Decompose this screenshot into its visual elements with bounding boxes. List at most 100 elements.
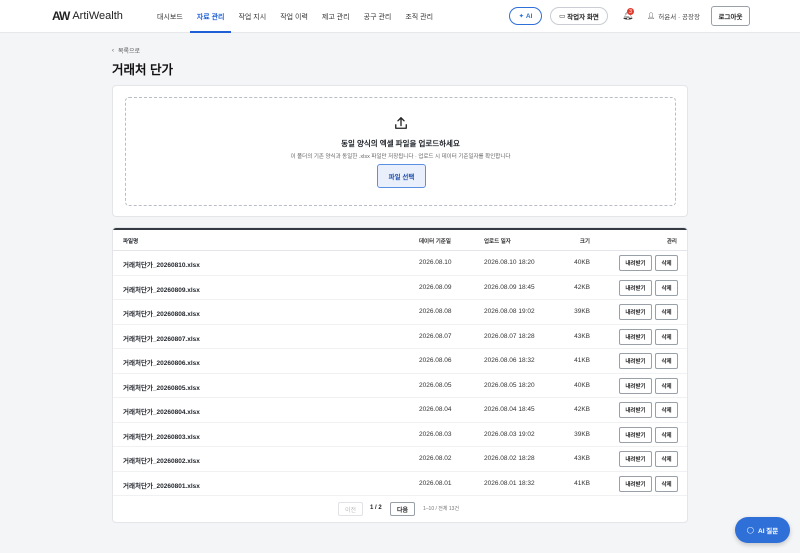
nav-item[interactable]: 제고 관리 xyxy=(315,0,357,33)
worker-screen-button[interactable]: ▭ 작업자 화면 xyxy=(550,7,608,25)
col-header-date: 데이터 기준일 xyxy=(419,239,451,245)
table-row: 거래처단가_20260801.xlsx 2026.08.01 2026.08.01 … xyxy=(113,472,687,496)
upload-date-cell: 2026.08.01 18:32 xyxy=(484,479,535,487)
file-name-cell: 거래처단가_20260808.xlsx xyxy=(123,311,200,318)
nav-item[interactable]: 대시보드 xyxy=(150,0,190,33)
brand-mark: AW xyxy=(52,9,70,23)
download-button[interactable]: 내려받기 xyxy=(619,328,652,345)
back-link[interactable]: ‹ 목록으로 xyxy=(112,46,140,56)
worker-screen-label: 작업자 화면 xyxy=(567,14,599,21)
download-button[interactable]: 내려받기 xyxy=(619,426,652,443)
data-date-cell: 2026.08.08 xyxy=(419,308,452,315)
main-nav: 대시보드 자료 관리 작업 지시 작업 이력 제고 관리 공구 관리 조직 관리 xyxy=(150,0,440,33)
download-button[interactable]: 내려받기 xyxy=(619,255,652,271)
download-button[interactable]: 내려받기 xyxy=(619,304,652,320)
chevron-left-icon: ‹ xyxy=(112,47,114,54)
download-button[interactable]: 내려받기 xyxy=(619,402,652,418)
file-name-cell: 거래처단가_20260807.xlsx xyxy=(123,335,200,343)
upload-date-cell: 2026.08.04 18:45 xyxy=(484,406,535,413)
upload-dropzone[interactable]: 동일 양식의 엑셀 파일을 업로드하세요 이 폴더의 기존 양식과 동일한 .x… xyxy=(125,97,676,206)
delete-button[interactable]: 삭제 xyxy=(655,328,678,345)
next-page-button[interactable]: 다음 xyxy=(390,502,415,516)
nav-item[interactable]: 공구 관리 xyxy=(357,0,399,33)
table-row: 거래처단가_20260803.xlsx 2026.08.03 2026.08.03 … xyxy=(113,423,687,447)
table-header: 파일명 데이터 기준일 업로드 일자 크기 관리 xyxy=(113,230,687,251)
brand-logo[interactable]: AW ArtiWealth xyxy=(52,9,123,23)
sparkle-icon: ✦ xyxy=(518,13,526,20)
user-menu[interactable]: 👤︎ 허윤서 · 공장장 xyxy=(647,11,700,21)
table-row: 거래처단가_20260802.xlsx 2026.08.02 2026.08.02 … xyxy=(113,447,687,472)
file-size-cell: 40KB xyxy=(574,259,590,266)
file-name-cell: 거래처단가_20260804.xlsx xyxy=(123,409,200,416)
ai-button[interactable]: ✦ AI xyxy=(509,7,542,25)
file-name-cell: 거래처단가_20260809.xlsx xyxy=(123,286,200,294)
nav-item[interactable]: 자료 관리 xyxy=(189,0,232,33)
upload-date-cell: 2026.08.09 18:45 xyxy=(484,283,535,291)
file-size-cell: 39KB xyxy=(574,308,590,315)
upload-subtitle: 이 폴더의 기존 양식과 동일한 .xlsx 파일만 저장됩니다 · 업로드 시… xyxy=(290,154,511,160)
page-info: 1–10 / 전체 13건 xyxy=(423,506,460,512)
upload-date-cell: 2026.08.06 18:32 xyxy=(484,357,535,364)
upload-date-cell: 2026.08.10 18:20 xyxy=(484,259,535,266)
file-name-cell: 거래처단가_20260801.xlsx xyxy=(123,482,200,490)
file-name-cell: 거래처단가_20260805.xlsx xyxy=(123,384,200,392)
nav-item[interactable]: 조직 관리 xyxy=(398,0,440,33)
col-header-name: 파일명 xyxy=(123,239,139,245)
table-row: 거래처단가_20260807.xlsx 2026.08.07 2026.08.07 … xyxy=(113,325,687,349)
delete-button[interactable]: 삭제 xyxy=(655,475,678,492)
file-size-cell: 43KB xyxy=(574,455,590,462)
download-button[interactable]: 내려받기 xyxy=(619,451,652,467)
delete-button[interactable]: 삭제 xyxy=(655,279,678,296)
pagination: 이전 1 / 2 다음 1–10 / 전체 13건 xyxy=(113,502,687,516)
delete-button[interactable]: 삭제 xyxy=(655,451,678,467)
top-nav-bar: AW ArtiWealth 대시보드 자료 관리 작업 지시 작업 이력 제고 관리 공구… xyxy=(0,0,800,33)
delete-button[interactable]: 삭제 xyxy=(655,402,678,418)
page-indicator: 1 / 2 xyxy=(370,505,382,511)
delete-button[interactable]: 삭제 xyxy=(655,255,678,271)
data-date-cell: 2026.08.02 xyxy=(419,455,452,462)
download-button[interactable]: 내려받기 xyxy=(619,377,652,394)
col-header-uploaded: 업로드 일자 xyxy=(484,239,511,245)
upload-date-cell: 2026.08.03 19:02 xyxy=(484,430,535,438)
table-row: 거래처단가_20260806.xlsx 2026.08.06 2026.08.06 … xyxy=(113,349,687,374)
col-header-size: 크기 xyxy=(579,239,590,245)
page-title: 거래처 단가 xyxy=(112,63,173,77)
nav-item[interactable]: 작업 지시 xyxy=(231,0,273,33)
notification-badge: 3 xyxy=(627,8,634,15)
file-size-cell: 43KB xyxy=(574,332,590,340)
download-button[interactable]: 내려받기 xyxy=(619,279,652,296)
delete-button[interactable]: 삭제 xyxy=(655,426,678,443)
upload-card: 동일 양식의 엑셀 파일을 업로드하세요 이 폴더의 기존 양식과 동일한 .x… xyxy=(112,85,688,217)
ai-chat-fab[interactable]: ◯ AI 질문 xyxy=(735,517,790,543)
data-date-cell: 2026.08.07 xyxy=(419,332,452,340)
download-button[interactable]: 내려받기 xyxy=(619,475,652,492)
upload-date-cell: 2026.08.07 18:28 xyxy=(484,332,535,340)
file-size-cell: 42KB xyxy=(574,283,590,291)
file-size-cell: 41KB xyxy=(574,479,590,487)
table-row: 거래처단가_20260808.xlsx 2026.08.08 2026.08.08 … xyxy=(113,300,687,325)
file-name-cell: 거래처단가_20260802.xlsx xyxy=(123,458,200,465)
delete-button[interactable]: 삭제 xyxy=(655,353,678,369)
user-icon: 👤︎ xyxy=(647,13,656,20)
delete-button[interactable]: 삭제 xyxy=(655,304,678,320)
ai-chat-label: AI 질문 xyxy=(758,528,779,535)
brand-name: ArtiWealth xyxy=(72,10,123,22)
monitor-icon: ▭ xyxy=(559,13,568,20)
file-size-cell: 41KB xyxy=(574,357,590,364)
file-size-cell: 40KB xyxy=(574,381,590,389)
data-date-cell: 2026.08.03 xyxy=(419,430,452,438)
nav-item[interactable]: 작업 이력 xyxy=(273,0,315,33)
table-row: 거래처단가_20260809.xlsx 2026.08.09 2026.08.09 … xyxy=(113,276,687,300)
prev-page-button[interactable]: 이전 xyxy=(338,502,363,516)
data-date-cell: 2026.08.06 xyxy=(419,357,452,364)
file-name-cell: 거래처단가_20260803.xlsx xyxy=(123,433,200,441)
logout-button[interactable]: 로그아웃 xyxy=(711,6,750,26)
file-name-cell: 거래처단가_20260806.xlsx xyxy=(123,360,200,367)
download-button[interactable]: 내려받기 xyxy=(619,353,652,369)
table-row: 거래처단가_20260810.xlsx 2026.08.10 2026.08.10 … xyxy=(113,251,687,276)
select-file-button[interactable]: 파일 선택 xyxy=(377,164,426,188)
file-name-cell: 거래처단가_20260810.xlsx xyxy=(123,262,200,269)
delete-button[interactable]: 삭제 xyxy=(655,377,678,394)
ai-button-label: AI xyxy=(525,12,533,20)
upload-icon xyxy=(395,117,407,129)
